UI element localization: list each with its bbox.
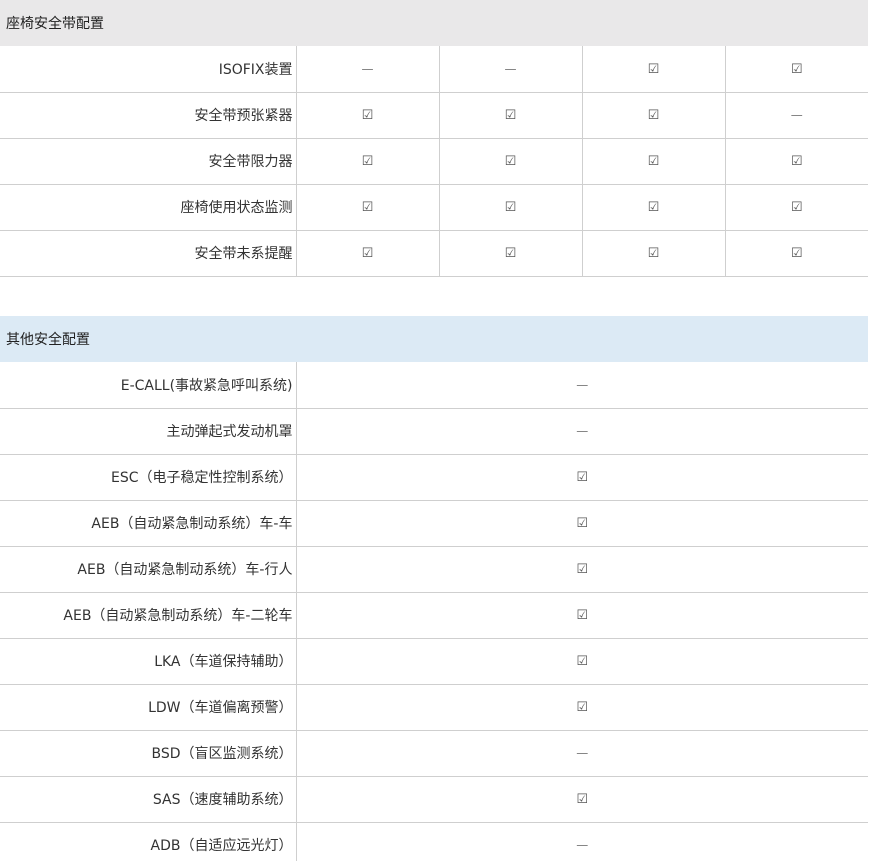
spec-cell: ☑	[582, 230, 726, 277]
checkbox-checked-icon: ☑	[576, 470, 589, 485]
spec-cell: ☑	[439, 230, 583, 277]
spec-cell: ☑	[439, 92, 583, 139]
row-label: AEB（自动紧急制动系统）车-二轮车	[0, 592, 297, 639]
spec-cell: —	[296, 730, 868, 777]
checkbox-checked-icon: ☑	[647, 108, 660, 123]
checkbox-checked-icon: ☑	[790, 246, 803, 261]
spec-cell: ☑	[725, 230, 868, 277]
checkbox-checked-icon: ☑	[504, 246, 517, 261]
spec-cell: ☑	[296, 592, 868, 639]
spec-cell: —	[296, 362, 868, 409]
checkbox-checked-icon: ☑	[576, 562, 589, 577]
spec-cell: ☑	[296, 500, 868, 547]
spec-cell: ☑	[296, 230, 440, 277]
row-label: 座椅使用状态监测	[0, 184, 297, 231]
table-row: LKA（车道保持辅助） ☑	[0, 638, 868, 685]
row-label: 安全带预张紧器	[0, 92, 297, 139]
checkbox-checked-icon: ☑	[647, 61, 660, 77]
checkbox-checked-icon: ☑	[361, 108, 374, 123]
spec-cell: ☑	[582, 138, 726, 185]
row-label: 安全带限力器	[0, 138, 297, 185]
dash-icon: —	[576, 746, 589, 760]
spec-cell: —	[296, 408, 868, 455]
spec-cell: ☑	[582, 92, 726, 139]
table-row: 安全带限力器 ☑ ☑ ☑ ☑	[0, 138, 868, 185]
checkbox-checked-icon: ☑	[790, 154, 803, 169]
checkbox-checked-icon: ☑	[576, 516, 589, 531]
table-row: ESC（电子稳定性控制系统） ☑	[0, 454, 868, 501]
spec-cell: ☑	[296, 684, 868, 731]
row-label: 安全带未系提醒	[0, 230, 297, 277]
spec-cell: —	[725, 92, 868, 139]
spec-cell: ☑	[296, 184, 440, 231]
checkbox-checked-icon: ☑	[790, 200, 803, 215]
row-label: E-CALL(事故紧急呼叫系统)	[0, 362, 297, 409]
checkbox-checked-icon: ☑	[576, 792, 589, 807]
row-label: SAS（速度辅助系统）	[0, 776, 297, 823]
checkbox-checked-icon: ☑	[647, 200, 660, 215]
checkbox-checked-icon: ☑	[790, 61, 803, 77]
row-label: LKA（车道保持辅助）	[0, 638, 297, 685]
checkbox-checked-icon: ☑	[361, 154, 374, 169]
spec-cell: —	[296, 46, 440, 93]
checkbox-checked-icon: ☑	[576, 608, 589, 623]
table-row: E-CALL(事故紧急呼叫系统) —	[0, 362, 868, 409]
row-label: LDW（车道偏离预警）	[0, 684, 297, 731]
spec-cell: ☑	[725, 46, 868, 93]
checkbox-checked-icon: ☑	[576, 654, 589, 669]
table-row: 座椅使用状态监测 ☑ ☑ ☑ ☑	[0, 184, 868, 231]
row-label: 主动弹起式发动机罩	[0, 408, 297, 455]
seat-belt-section-header: 座椅安全带配置	[0, 0, 868, 46]
spec-cell: ☑	[296, 138, 440, 185]
spec-cell: ☑	[439, 138, 583, 185]
checkbox-checked-icon: ☑	[647, 246, 660, 261]
table-row: AEB（自动紧急制动系统）车-二轮车 ☑	[0, 592, 868, 639]
spec-cell: ☑	[296, 638, 868, 685]
dash-icon: —	[790, 108, 803, 122]
row-label: ESC（电子稳定性控制系统）	[0, 454, 297, 501]
spec-cell: ☑	[296, 92, 440, 139]
table-row: SAS（速度辅助系统） ☑	[0, 776, 868, 823]
checkbox-checked-icon: ☑	[504, 154, 517, 169]
row-label: ISOFIX装置	[0, 46, 297, 93]
spec-cell: ☑	[439, 184, 583, 231]
spec-cell: —	[296, 822, 868, 861]
checkbox-checked-icon: ☑	[576, 700, 589, 715]
spec-cell: ☑	[582, 46, 726, 93]
table-row: ISOFIX装置 — — ☑ ☑	[0, 46, 868, 93]
spec-cell: —	[439, 46, 583, 93]
other-safety-config-table: E-CALL(事故紧急呼叫系统) — 主动弹起式发动机罩 — ESC（电子稳定性…	[0, 362, 868, 861]
dash-icon: —	[576, 838, 589, 853]
dash-icon: —	[504, 61, 517, 76]
table-row: 安全带预张紧器 ☑ ☑ ☑ —	[0, 92, 868, 139]
checkbox-checked-icon: ☑	[504, 108, 517, 123]
spec-cell: ☑	[296, 776, 868, 823]
checkbox-checked-icon: ☑	[647, 154, 660, 169]
spec-cell: ☑	[582, 184, 726, 231]
table-row: 主动弹起式发动机罩 —	[0, 408, 868, 455]
table-row: BSD（盲区监测系统） —	[0, 730, 868, 777]
dash-icon: —	[361, 61, 374, 76]
checkbox-checked-icon: ☑	[504, 200, 517, 215]
table-row: LDW（车道偏离预警） ☑	[0, 684, 868, 731]
spec-cell: ☑	[296, 454, 868, 501]
table-row: AEB（自动紧急制动系统）车-车 ☑	[0, 500, 868, 547]
table-row: ADB（自适应远光灯） —	[0, 822, 868, 861]
row-label: AEB（自动紧急制动系统）车-行人	[0, 546, 297, 593]
other-safety-section-header: 其他安全配置	[0, 316, 868, 362]
dash-icon: —	[576, 424, 589, 438]
checkbox-checked-icon: ☑	[361, 246, 374, 261]
spec-cell: ☑	[725, 184, 868, 231]
dash-icon: —	[576, 377, 589, 392]
table-row: AEB（自动紧急制动系统）车-行人 ☑	[0, 546, 868, 593]
row-label: ADB（自适应远光灯）	[0, 822, 297, 861]
table-row: 安全带未系提醒 ☑ ☑ ☑ ☑	[0, 230, 868, 277]
safety-config-page: 座椅安全带配置 ISOFIX装置 — — ☑ ☑ 安全带预张紧器 ☑ ☑ ☑ —	[0, 0, 870, 861]
row-label: AEB（自动紧急制动系统）车-车	[0, 500, 297, 547]
row-label: BSD（盲区监测系统）	[0, 730, 297, 777]
spec-cell: ☑	[725, 138, 868, 185]
seat-belt-config-table: ISOFIX装置 — — ☑ ☑ 安全带预张紧器 ☑ ☑ ☑ — 安全带限力器 …	[0, 46, 868, 277]
checkbox-checked-icon: ☑	[361, 200, 374, 215]
spec-cell: ☑	[296, 546, 868, 593]
